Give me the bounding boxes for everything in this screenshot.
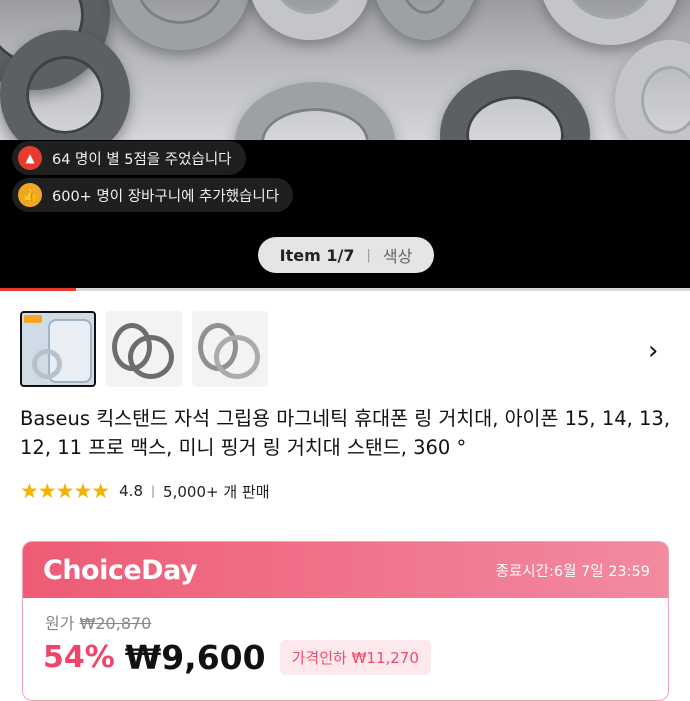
original-price-label: 원가 [45, 614, 75, 633]
image-counter: Item 1/7 [279, 245, 355, 265]
original-price: ₩20,870 [79, 614, 152, 633]
thumbnail-gray-ring[interactable] [106, 311, 182, 387]
image-pager[interactable]: Item 1/7 | 색상 [258, 237, 434, 273]
sale-price: ₩9,600 [124, 638, 266, 677]
rating-notice: ▲ 64 명이 별 5점을 주었습니다 [12, 141, 246, 175]
color-option-link[interactable]: 색상 [383, 243, 412, 267]
thumbnail-silver-ring[interactable] [192, 311, 268, 387]
choiceday-logo: ChoiceDay [43, 554, 198, 586]
thumbs-up-icon: 👍 [18, 183, 42, 207]
product-image[interactable] [0, 0, 690, 140]
pager-divider: | [366, 247, 371, 263]
star-rating-icons: ★★★★★ [20, 479, 110, 503]
rating-notice-text: 64 명이 별 5점을 주었습니다 [52, 151, 232, 168]
chevron-right-icon[interactable]: › [648, 336, 658, 366]
ring-shape [32, 349, 62, 379]
thumbnail-phone-ring[interactable] [20, 311, 96, 387]
ring-shape [214, 335, 260, 379]
gallery-progress-fill [0, 288, 76, 291]
choiceday-banner: ChoiceDay 종료시간:6월 7일 23:59 [23, 542, 668, 598]
cart-notice: 👍 600+ 명이 장바구니에 추가했습니다 [12, 178, 294, 212]
rating-row[interactable]: ★★★★★ 4.8 | 5,000+ 개 판매 [20, 479, 270, 503]
price-cut-badge: 가격인하 ₩11,270 [279, 640, 431, 675]
product-title: Baseus 킥스탠드 자석 그립용 마그네틱 휴대폰 링 거치대, 아이폰 1… [20, 407, 671, 459]
cart-notice-text: 600+ 명이 장바구니에 추가했습니다 [52, 188, 280, 205]
rating-divider: | [151, 484, 156, 498]
rating-value: 4.8 [119, 482, 143, 500]
brand-logo-mark [24, 315, 42, 323]
sold-count: 5,000+ 개 판매 [163, 482, 270, 501]
fire-icon: ▲ [18, 146, 42, 170]
thumbnail-strip [20, 311, 268, 387]
choiceday-price-card: ChoiceDay 종료시간:6월 7일 23:59 원가 ₩20,870 54… [22, 541, 669, 701]
deal-end-time: 종료시간:6월 7일 23:59 [495, 563, 650, 580]
original-price-row: 원가 ₩20,870 [45, 610, 151, 634]
price-row: 54% ₩9,600 가격인하 ₩11,270 [43, 638, 431, 677]
gallery-progress-bar [0, 288, 690, 291]
discount-percent: 54% [43, 640, 115, 675]
ring-shape [128, 335, 174, 379]
